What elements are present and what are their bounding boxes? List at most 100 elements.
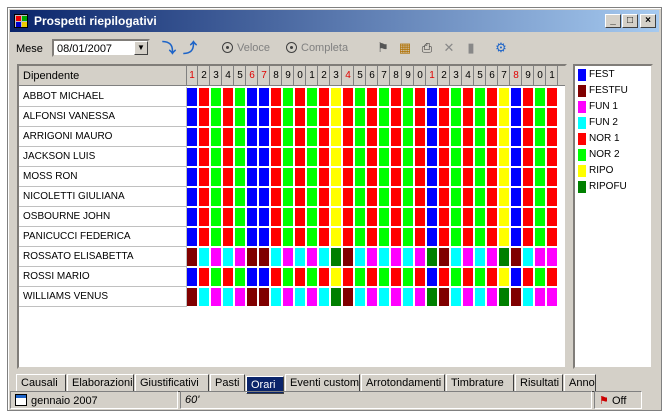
refresh-down-icon[interactable]: ⤵	[160, 40, 178, 56]
shift-cell[interactable]	[367, 248, 378, 266]
shift-cell[interactable]	[223, 268, 234, 286]
shift-cell[interactable]	[535, 108, 546, 126]
shift-cell[interactable]	[343, 208, 354, 226]
employee-row[interactable]: MOSS RON	[19, 167, 565, 187]
shift-cell[interactable]	[415, 208, 426, 226]
month-date-picker[interactable]: 08/01/2007 ▼	[52, 39, 150, 57]
shift-cell[interactable]	[391, 288, 402, 306]
shift-cell[interactable]	[271, 148, 282, 166]
shift-cell[interactable]	[307, 288, 318, 306]
shift-cell[interactable]	[475, 288, 486, 306]
shift-cell[interactable]	[187, 88, 198, 106]
shift-cell[interactable]	[391, 188, 402, 206]
shift-cell[interactable]	[319, 188, 330, 206]
shift-cell[interactable]	[283, 268, 294, 286]
shift-cell[interactable]	[295, 288, 306, 306]
shift-cell[interactable]	[535, 248, 546, 266]
shift-cell[interactable]	[535, 168, 546, 186]
shift-cell[interactable]	[487, 288, 498, 306]
maximize-button[interactable]: □	[622, 14, 638, 28]
shift-cell[interactable]	[259, 108, 270, 126]
employee-row[interactable]: ABBOT MICHAEL	[19, 87, 565, 107]
shift-cell[interactable]	[211, 128, 222, 146]
shift-cell[interactable]	[427, 268, 438, 286]
shift-cell[interactable]	[211, 208, 222, 226]
shift-cell[interactable]	[451, 88, 462, 106]
shift-cell[interactable]	[487, 148, 498, 166]
shift-cell[interactable]	[379, 268, 390, 286]
shift-cell[interactable]	[451, 188, 462, 206]
shift-cell[interactable]	[235, 148, 246, 166]
shift-cell[interactable]	[331, 128, 342, 146]
shift-cell[interactable]	[367, 288, 378, 306]
shift-cell[interactable]	[379, 148, 390, 166]
shift-cell[interactable]	[439, 268, 450, 286]
shift-cell[interactable]	[355, 108, 366, 126]
shift-cell[interactable]	[403, 228, 414, 246]
shift-cell[interactable]	[295, 148, 306, 166]
shift-cell[interactable]	[391, 228, 402, 246]
shift-cell[interactable]	[547, 288, 558, 306]
shift-cell[interactable]	[475, 128, 486, 146]
shift-cell[interactable]	[379, 208, 390, 226]
shift-cell[interactable]	[271, 168, 282, 186]
shift-cell[interactable]	[307, 208, 318, 226]
shift-cell[interactable]	[367, 108, 378, 126]
shift-cell[interactable]	[463, 248, 474, 266]
employee-row[interactable]: JACKSON LUIS	[19, 147, 565, 167]
shift-cell[interactable]	[199, 188, 210, 206]
shift-cell[interactable]	[331, 288, 342, 306]
shift-cell[interactable]	[547, 188, 558, 206]
shift-cell[interactable]	[463, 128, 474, 146]
shift-cell[interactable]	[463, 168, 474, 186]
shift-cell[interactable]	[379, 288, 390, 306]
shift-cell[interactable]	[211, 88, 222, 106]
shift-cell[interactable]	[379, 108, 390, 126]
shift-cell[interactable]	[439, 188, 450, 206]
shift-cell[interactable]	[367, 168, 378, 186]
shift-cell[interactable]	[283, 148, 294, 166]
shift-cell[interactable]	[271, 248, 282, 266]
shift-cell[interactable]	[343, 148, 354, 166]
shift-cell[interactable]	[199, 128, 210, 146]
shift-cell[interactable]	[415, 128, 426, 146]
shift-cell[interactable]	[535, 228, 546, 246]
shift-cell[interactable]	[463, 188, 474, 206]
shift-cell[interactable]	[319, 168, 330, 186]
shift-cell[interactable]	[427, 288, 438, 306]
shift-cell[interactable]	[343, 288, 354, 306]
shift-cell[interactable]	[187, 148, 198, 166]
shift-cell[interactable]	[403, 268, 414, 286]
shift-cell[interactable]	[331, 248, 342, 266]
shift-cell[interactable]	[415, 248, 426, 266]
shift-cell[interactable]	[271, 288, 282, 306]
shift-cell[interactable]	[391, 248, 402, 266]
shift-cell[interactable]	[547, 128, 558, 146]
shift-cell[interactable]	[511, 268, 522, 286]
shift-cell[interactable]	[295, 108, 306, 126]
shift-cell[interactable]	[307, 128, 318, 146]
shift-cell[interactable]	[223, 228, 234, 246]
employee-row[interactable]: NICOLETTI GIULIANA	[19, 187, 565, 207]
shift-cell[interactable]	[223, 188, 234, 206]
shift-cell[interactable]	[451, 288, 462, 306]
shift-cell[interactable]	[355, 208, 366, 226]
shift-cell[interactable]	[331, 268, 342, 286]
employee-row[interactable]: PANICUCCI FEDERICA	[19, 227, 565, 247]
shift-cell[interactable]	[235, 88, 246, 106]
shift-cell[interactable]	[451, 208, 462, 226]
shift-cell[interactable]	[247, 208, 258, 226]
shift-cell[interactable]	[415, 228, 426, 246]
shift-cell[interactable]	[487, 228, 498, 246]
shift-cell[interactable]	[235, 128, 246, 146]
shift-cell[interactable]	[223, 288, 234, 306]
shift-cell[interactable]	[511, 248, 522, 266]
employee-row[interactable]: ROSSI MARIO	[19, 267, 565, 287]
shift-cell[interactable]	[463, 268, 474, 286]
shift-cell[interactable]	[343, 228, 354, 246]
shift-cell[interactable]	[535, 208, 546, 226]
shift-cell[interactable]	[187, 108, 198, 126]
shift-cell[interactable]	[235, 108, 246, 126]
shift-cell[interactable]	[547, 168, 558, 186]
shift-cell[interactable]	[259, 288, 270, 306]
